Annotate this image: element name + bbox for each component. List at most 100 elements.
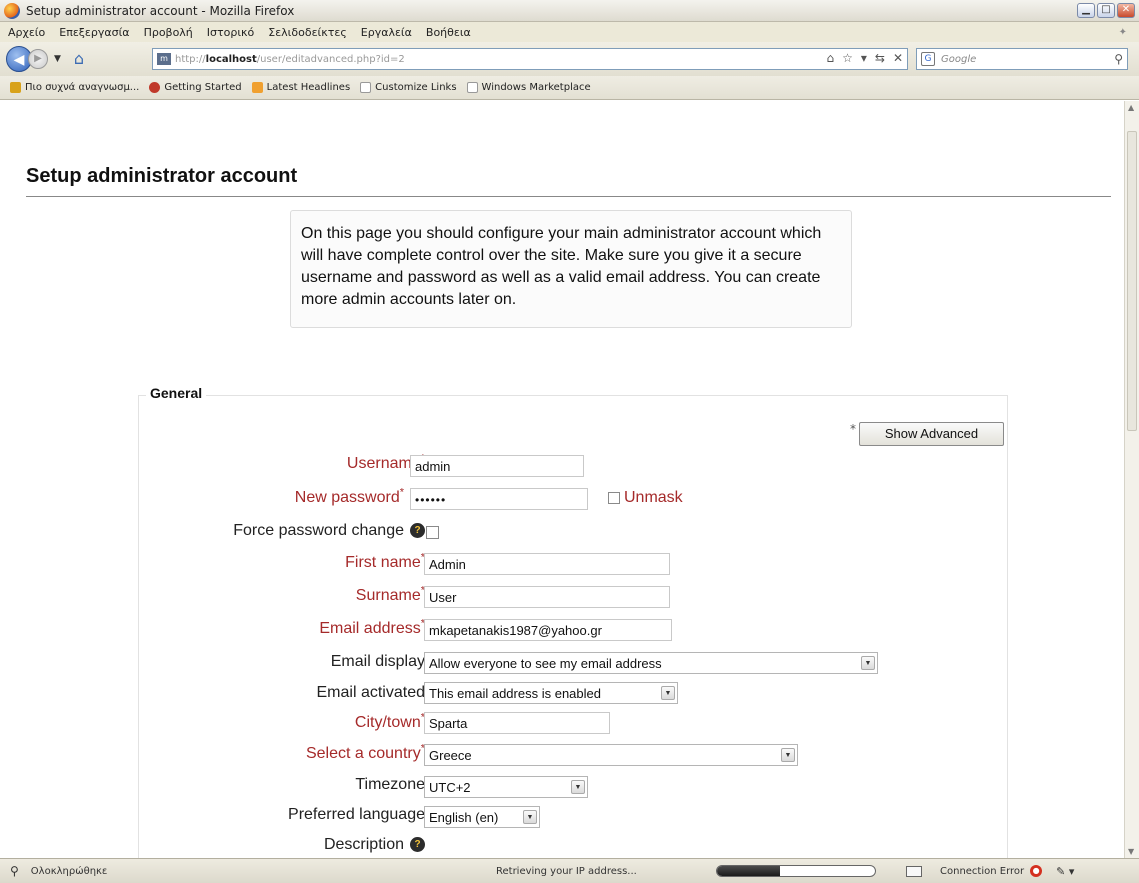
email-activated-label: Email activated (316, 684, 426, 701)
first-name-input[interactable]: Admin (424, 553, 670, 575)
throbber-icon: ✦ (1118, 26, 1127, 38)
bookmark-label: Customize Links (375, 82, 457, 93)
show-advanced-button[interactable]: Show Advanced (859, 422, 1004, 446)
navigation-toolbar: ◀ ▶ ▼ ⌂ m http:// localhost /user/editad… (0, 42, 1139, 76)
force-password-change-label: Force password change? (233, 522, 425, 540)
history-dropdown-icon[interactable]: ▼ (54, 54, 61, 64)
bookmark-star-icon[interactable]: ☆ (842, 51, 853, 65)
unmask-checkbox[interactable] (608, 492, 620, 504)
search-icon[interactable]: ⚲ (1114, 52, 1123, 66)
status-message: Retrieving your IP address... (496, 866, 637, 877)
minimize-icon[interactable]: ▁ (1077, 3, 1095, 18)
bookmarks-toolbar: Πιο συχνά αναγνωσμ... Getting Started La… (0, 76, 1139, 100)
forward-arrow-icon[interactable]: ▶ (28, 49, 48, 69)
error-icon[interactable]: ● (1030, 865, 1043, 877)
stop-icon[interactable]: ✕ (893, 51, 903, 65)
status-middle-text: Retrieving your IP address... (496, 865, 637, 877)
window-controls: ▁ □ ✕ (1077, 3, 1135, 18)
url-dropdown-icon[interactable]: ▾ (861, 51, 867, 65)
page-icon (360, 82, 372, 93)
email-input[interactable]: mkapetanakis1987@yahoo.gr (424, 619, 672, 641)
selected-value: This email address is enabled (429, 686, 601, 701)
section-legend: General (146, 385, 207, 401)
firefox-bookmark-icon (149, 82, 161, 93)
new-password-input[interactable]: •••••• (410, 488, 588, 510)
chevron-down-icon[interactable]: ▼ (861, 656, 875, 670)
menu-history[interactable]: Ιστορικό (207, 26, 255, 39)
close-icon[interactable]: ✕ (1117, 3, 1135, 18)
bookmark-label: Getting Started (164, 82, 242, 93)
menu-bookmarks[interactable]: Σελιδοδείκτες (268, 26, 347, 39)
scroll-up-icon[interactable]: ▲ (1128, 103, 1134, 112)
label-text: First name (345, 554, 421, 571)
menu-edit[interactable]: Επεξεργασία (59, 26, 129, 39)
chevron-down-icon[interactable]: ▼ (781, 748, 795, 762)
timezone-select[interactable]: UTC+2 ▼ (424, 776, 588, 798)
scrollbar-thumb[interactable] (1127, 131, 1137, 431)
find-icon[interactable]: ⚲ (10, 864, 19, 878)
status-done-text: Ολοκληρώθηκε (30, 865, 108, 877)
status-bar: ⚲ Ολοκληρώθηκε Retrieving your IP addres… (0, 858, 1139, 883)
connection-status-text: Connection Error (940, 865, 1025, 877)
menu-view[interactable]: Προβολή (144, 26, 193, 39)
menu-tools[interactable]: Εργαλεία (361, 26, 412, 39)
bookmark-folder-icon (10, 82, 21, 93)
email-activated-select[interactable]: This email address is enabled ▼ (424, 682, 678, 704)
scroll-down-icon[interactable]: ▼ (1128, 847, 1134, 856)
chevron-down-icon[interactable]: ▼ (523, 810, 537, 824)
connection-status: Connection Error ● ✎ ▾ (906, 865, 1074, 878)
menu-help[interactable]: Βοήθεια (426, 26, 471, 39)
label-text: Description (323, 836, 404, 853)
label-text: City/town (354, 714, 421, 731)
city-input[interactable]: Sparta (424, 712, 610, 734)
force-password-change-checkbox[interactable] (426, 526, 439, 539)
new-password-label: New password*? (295, 487, 425, 507)
bookmark-customize-links[interactable]: Customize Links (360, 82, 457, 93)
unmask-toggle[interactable]: Unmask (608, 489, 683, 507)
country-select[interactable]: Greece ▼ (424, 744, 798, 766)
chevron-down-icon[interactable]: ▼ (571, 780, 585, 794)
chevron-down-icon[interactable]: ▼ (661, 686, 675, 700)
language-select[interactable]: English (en) ▼ (424, 806, 540, 828)
reload-icon[interactable]: ⇆ (875, 51, 885, 65)
email-display-select[interactable]: Allow everyone to see my email address ▼ (424, 652, 878, 674)
bookmark-most-visited[interactable]: Πιο συχνά αναγνωσμ... (10, 82, 139, 93)
page-content: Setup administrator account On this page… (16, 101, 1124, 858)
label-text: Surname (355, 587, 421, 604)
home-star-icon[interactable]: ⌂ (826, 51, 834, 65)
google-engine-icon[interactable]: G (921, 52, 935, 66)
vertical-scrollbar[interactable]: ▲ ▼ (1124, 101, 1139, 858)
selected-value: Greece (429, 748, 472, 763)
help-icon[interactable]: ? (410, 837, 425, 853)
menu-file[interactable]: Αρχείο (8, 26, 45, 39)
search-input[interactable]: G Google ⚲ (916, 48, 1128, 70)
title-divider (26, 196, 1111, 197)
site-favicon-icon: m (157, 53, 171, 65)
email-address-label: Email address* (319, 618, 425, 638)
advanced-marker: * (850, 422, 856, 436)
bookmark-getting-started[interactable]: Getting Started (149, 82, 242, 93)
username-input[interactable]: admin (410, 455, 584, 477)
bookmark-windows-marketplace[interactable]: Windows Marketplace (466, 82, 591, 93)
bookmark-label: Latest Headlines (266, 82, 351, 93)
maximize-icon[interactable]: □ (1097, 3, 1115, 18)
surname-input[interactable]: User (424, 586, 670, 608)
label-text: Email address (319, 620, 421, 637)
label-text: Select a country (305, 745, 421, 762)
progress-fill (717, 866, 781, 876)
mail-icon[interactable] (906, 865, 922, 877)
description-label: Description? (324, 836, 425, 854)
home-icon[interactable]: ⌂ (67, 49, 91, 69)
firefox-logo-icon (4, 2, 20, 19)
bookmark-label: Πιο συχνά αναγνωσμ... (25, 82, 140, 93)
preferred-language-label: Preferred language (288, 806, 425, 823)
addon-icon[interactable]: ✎ ▾ (1056, 865, 1074, 878)
page-title: Setup administrator account (26, 165, 298, 187)
email-display-label: Email display (330, 653, 425, 670)
rss-feed-icon (251, 82, 263, 93)
url-bar[interactable]: m http:// localhost /user/editadvanced.p… (152, 48, 908, 70)
bookmark-latest-headlines[interactable]: Latest Headlines (251, 82, 351, 93)
country-label: Select a country* (305, 743, 425, 763)
city-label: City/town* (354, 712, 425, 732)
help-icon[interactable]: ? (410, 523, 425, 539)
